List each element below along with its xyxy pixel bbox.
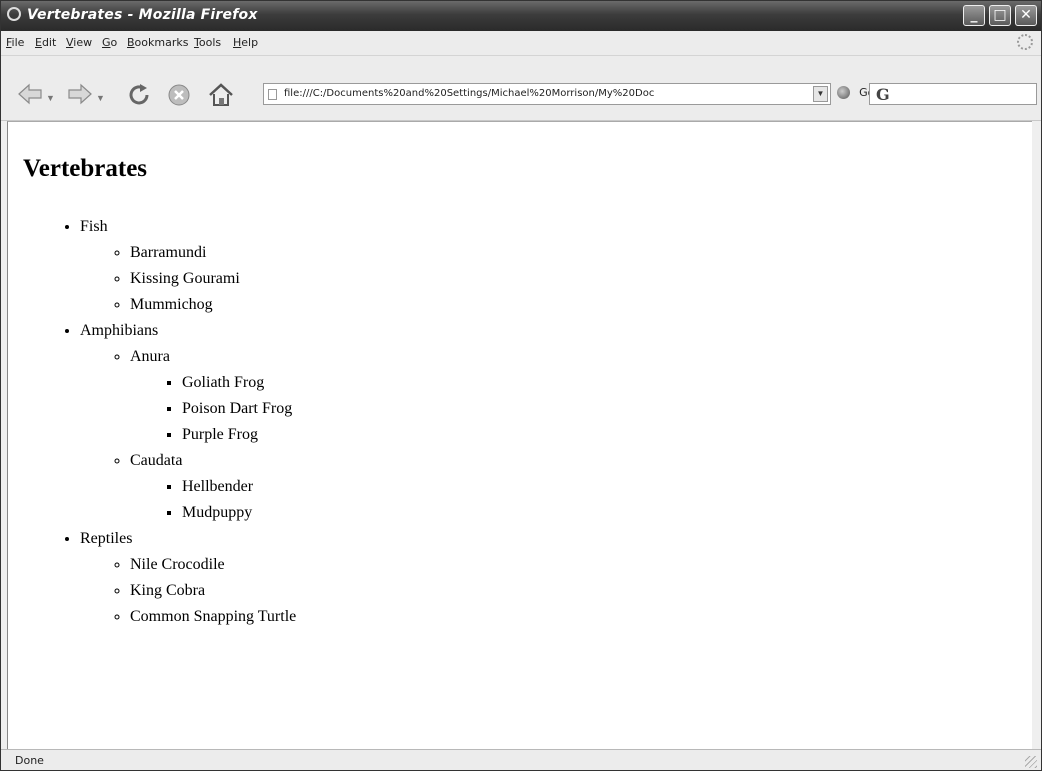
- google-icon[interactable]: G: [876, 85, 890, 104]
- forward-history-dropdown[interactable]: ▼: [96, 93, 105, 103]
- vertebrates-list: Fish Barramundi Kissing Gourami Mummicho…: [8, 214, 296, 630]
- species-label: Common Snapping Turtle: [130, 608, 297, 625]
- category-reptiles: Reptiles: [80, 530, 133, 547]
- url-field[interactable]: file:///C:/Documents%20and%20Settings/Mi…: [284, 88, 784, 99]
- address-bar[interactable]: file:///C:/Documents%20and%20Settings/Mi…: [263, 83, 831, 105]
- category-fish: Fish: [80, 218, 108, 235]
- species-label: Purple Frog: [182, 426, 258, 443]
- list-item: Caudata Hellbender Mudpuppy: [130, 448, 296, 526]
- close-button[interactable]: ✕: [1015, 5, 1037, 26]
- status-text: Done: [15, 754, 44, 767]
- order-caudata: Caudata: [130, 452, 183, 469]
- list-item: Kissing Gourami: [130, 266, 296, 292]
- species-label: Goliath Frog: [182, 374, 265, 391]
- page-icon: [268, 89, 277, 100]
- species-label: Hellbender: [182, 478, 254, 495]
- window-title: Vertebrates - Mozilla Firefox: [27, 7, 258, 23]
- species-label: Kissing Gourami: [130, 270, 240, 287]
- list-item: Nile Crocodile: [130, 552, 296, 578]
- minimize-button[interactable]: _: [963, 5, 985, 26]
- reload-button[interactable]: [127, 83, 153, 105]
- menu-go[interactable]: Go: [102, 36, 117, 49]
- category-amphibians: Amphibians: [80, 322, 159, 339]
- menu-edit[interactable]: Edit: [35, 36, 56, 49]
- list-item: Fish Barramundi Kissing Gourami Mummicho…: [80, 214, 296, 318]
- maximize-button[interactable]: □: [989, 5, 1011, 26]
- back-history-dropdown[interactable]: ▼: [46, 93, 55, 103]
- browser-window: Vertebrates - Mozilla Firefox _ □ ✕ File…: [0, 0, 1042, 771]
- list-item: Hellbender: [182, 474, 296, 500]
- stop-button[interactable]: [167, 83, 191, 106]
- menu-help[interactable]: Help: [233, 36, 258, 49]
- list-item: Reptiles Nile Crocodile King Cobra Commo…: [80, 526, 296, 630]
- throbber-icon: [1017, 34, 1033, 50]
- page-heading: Vertebrates: [23, 155, 148, 182]
- title-bar[interactable]: Vertebrates - Mozilla Firefox _ □ ✕: [1, 1, 1041, 31]
- status-bar: Done: [1, 749, 1041, 770]
- menu-bar: File Edit View Go Bookmarks Tools Help: [1, 31, 1041, 56]
- search-box[interactable]: G: [869, 83, 1037, 105]
- species-label: Mudpuppy: [182, 504, 253, 521]
- menu-tools[interactable]: Tools: [194, 36, 221, 49]
- back-arrow-icon: [18, 83, 42, 105]
- list-item: Amphibians Anura Goliath Frog Poison Dar…: [80, 318, 296, 526]
- list-item: Common Snapping Turtle: [130, 604, 296, 630]
- home-icon: [209, 83, 233, 106]
- forward-button[interactable]: [67, 83, 93, 105]
- go-icon: [837, 86, 850, 99]
- menu-view[interactable]: View: [66, 36, 92, 49]
- species-label: Mummichog: [130, 296, 213, 313]
- menu-bookmarks[interactable]: Bookmarks: [127, 36, 188, 49]
- url-history-dropdown[interactable]: ▼: [813, 86, 828, 102]
- list-item: Goliath Frog: [182, 370, 296, 396]
- order-anura: Anura: [130, 348, 170, 365]
- navigation-toolbar: ▼ ▼ file:///C:/Documents%20and%20Setting…: [1, 56, 1041, 121]
- list-item: Mudpuppy: [182, 500, 296, 526]
- reload-icon: [129, 84, 149, 105]
- list-item: Anura Goliath Frog Poison Dart Frog Purp…: [130, 344, 296, 448]
- menu-file[interactable]: File: [6, 36, 24, 49]
- forward-arrow-icon: [68, 83, 92, 105]
- species-label: Poison Dart Frog: [182, 400, 293, 417]
- list-item: King Cobra: [130, 578, 296, 604]
- firefox-icon: [7, 7, 21, 21]
- home-button[interactable]: [207, 83, 235, 106]
- species-label: Nile Crocodile: [130, 556, 225, 573]
- list-item: Purple Frog: [182, 422, 296, 448]
- species-label: King Cobra: [130, 582, 206, 599]
- list-item: Mummichog: [130, 292, 296, 318]
- page-content: Vertebrates Fish Barramundi Kissing Gour…: [7, 121, 1032, 750]
- list-item: Poison Dart Frog: [182, 396, 296, 422]
- back-button[interactable]: [17, 83, 43, 105]
- stop-icon: [168, 84, 190, 106]
- list-item: Barramundi: [130, 240, 296, 266]
- resize-grip[interactable]: [1025, 756, 1037, 768]
- species-label: Barramundi: [130, 244, 207, 261]
